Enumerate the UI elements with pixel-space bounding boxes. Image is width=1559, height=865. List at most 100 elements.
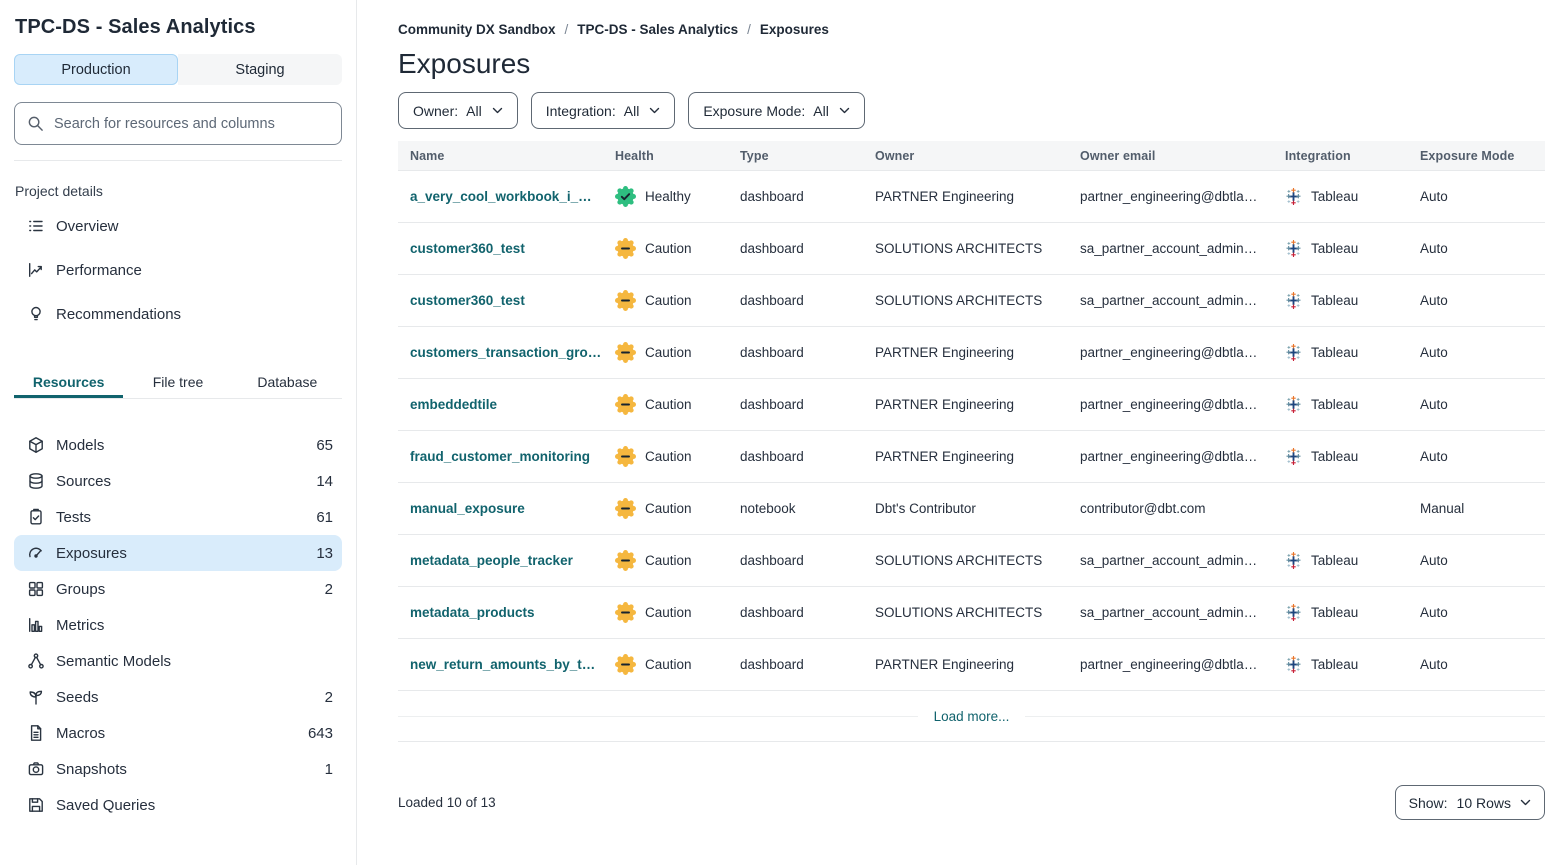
exposure-name-link[interactable]: metadata_people_tracker: [410, 553, 573, 568]
integration-cell: Tableau: [1273, 552, 1408, 569]
tableau-icon: [1285, 656, 1302, 673]
owner-cell: SOLUTIONS ARCHITECTS: [863, 241, 1068, 256]
exposure-mode-cell: Auto: [1408, 345, 1545, 360]
caution-badge-icon: [615, 290, 636, 311]
sidebar-item-label: Seeds: [56, 689, 99, 706]
integration-cell: Tableau: [1273, 656, 1408, 673]
table-row: metadata_people_tracker CautiondashboardS…: [398, 534, 1545, 586]
env-tab-staging[interactable]: Staging: [178, 54, 342, 85]
sidebar-item-overview[interactable]: Overview: [14, 204, 342, 248]
table-row: metadata_productsCautiondashboardSOLUTIO…: [398, 586, 1545, 638]
owner-cell: PARTNER Engineering: [863, 449, 1068, 464]
filter-integration[interactable]: Integration:All: [531, 92, 676, 129]
exposure-name-link[interactable]: a_very_cool_workbook_i_…: [410, 189, 592, 204]
sidebar-item-recommendations[interactable]: Recommendations: [14, 292, 342, 336]
table-row: customer360_testCautiondashboardSOLUTION…: [398, 274, 1545, 326]
search-box: [14, 102, 342, 145]
name-cell: fraud_customer_monitoring: [398, 449, 603, 464]
sidebar-item-seeds[interactable]: Seeds 2: [14, 679, 342, 715]
exposure-name-link[interactable]: embeddedtile: [410, 397, 497, 412]
exposure-mode-cell: Manual: [1408, 501, 1545, 516]
tab-resources[interactable]: Resources: [14, 365, 123, 398]
caution-badge-icon: [615, 654, 636, 675]
integration-label: Tableau: [1311, 449, 1358, 464]
sidebar-divider: [14, 160, 342, 161]
exposure-name-link[interactable]: manual_exposure: [410, 501, 525, 516]
owner-cell: Dbt's Contributor: [863, 501, 1068, 516]
column-header-owner-email: Owner email: [1068, 149, 1273, 163]
sidebar-item-sources[interactable]: Sources14: [14, 463, 342, 499]
caution-badge-icon: [615, 446, 636, 467]
sidebar-item-tests[interactable]: Tests61: [14, 499, 342, 535]
health-cell: Caution: [603, 342, 728, 363]
health-cell: Caution: [603, 498, 728, 519]
exposure-name-link[interactable]: customer360_test: [410, 241, 525, 256]
health-cell: Caution: [603, 654, 728, 675]
owner-email-cell: partner_engineering@dbtla…: [1068, 449, 1273, 464]
load-more-row: Load more...: [398, 690, 1545, 742]
load-more-link[interactable]: Load more...: [918, 709, 1026, 724]
gauge-icon: [27, 544, 45, 562]
sidebar-item-macros[interactable]: Macros643: [14, 715, 342, 751]
sidebar-item-count: 2: [325, 689, 333, 706]
app-root: TPC-DS - Sales Analytics ProductionStagi…: [0, 0, 1559, 865]
sidebar-item-label: Exposures: [56, 545, 127, 562]
type-cell: dashboard: [728, 553, 863, 568]
project-details-label: Project details: [14, 183, 342, 199]
health-label: Caution: [645, 345, 692, 360]
integration-cell: Tableau: [1273, 604, 1408, 621]
sidebar: TPC-DS - Sales Analytics ProductionStagi…: [0, 0, 357, 865]
owner-cell: PARTNER Engineering: [863, 397, 1068, 412]
sidebar-item-exposures[interactable]: Exposures13: [14, 535, 342, 571]
name-cell: customer360_test: [398, 293, 603, 308]
breadcrumb-item[interactable]: Community DX Sandbox: [398, 22, 556, 37]
exposure-name-link[interactable]: fraud_customer_monitoring: [410, 449, 590, 464]
column-header-name: Name: [398, 149, 603, 163]
filter-value: All: [813, 103, 829, 119]
exposure-name-link[interactable]: metadata_products: [410, 605, 535, 620]
health-cell: Healthy: [603, 186, 728, 207]
owner-cell: SOLUTIONS ARCHITECTS: [863, 553, 1068, 568]
sidebar-item-saved-queries[interactable]: Saved Queries: [14, 787, 342, 823]
name-cell: new_return_amounts_by_t…: [398, 657, 603, 672]
tab-database[interactable]: Database: [233, 365, 342, 398]
sidebar-item-groups[interactable]: Groups2: [14, 571, 342, 607]
owner-cell: PARTNER Engineering: [863, 345, 1068, 360]
sidebar-item-models[interactable]: Models65: [14, 427, 342, 463]
exposure-name-link[interactable]: customer360_test: [410, 293, 525, 308]
sidebar-item-label: Semantic Models: [56, 653, 171, 670]
breadcrumb-item[interactable]: TPC-DS - Sales Analytics: [577, 22, 738, 37]
owner-cell: SOLUTIONS ARCHITECTS: [863, 293, 1068, 308]
sidebar-item-metrics[interactable]: Metrics: [14, 607, 342, 643]
table-body: a_very_cool_workbook_i_… Healthy dashboard…: [398, 170, 1545, 690]
exposure-mode-cell: Auto: [1408, 397, 1545, 412]
type-cell: dashboard: [728, 189, 863, 204]
filter-exposure-mode[interactable]: Exposure Mode:All: [688, 92, 865, 129]
tableau-icon: [1285, 396, 1302, 413]
table-row: embeddedtileCautiondashboardPARTNER Engi…: [398, 378, 1545, 430]
exposure-name-link[interactable]: customers_transaction_gro…: [410, 345, 601, 360]
exposure-name-link[interactable]: new_return_amounts_by_t…: [410, 657, 595, 672]
health-label: Healthy: [645, 189, 691, 204]
chevron-down-icon: [1520, 799, 1531, 806]
search-icon: [27, 115, 44, 132]
caution-badge-icon: [615, 342, 636, 363]
exposure-mode-cell: Auto: [1408, 241, 1545, 256]
loaded-count-text: Loaded 10 of 13: [398, 795, 496, 810]
caution-badge-icon: [615, 498, 636, 519]
page-title: Exposures: [398, 48, 1545, 80]
project-title: TPC-DS - Sales Analytics: [15, 16, 342, 39]
integration-label: Tableau: [1311, 189, 1358, 204]
health-cell: Caution: [603, 550, 728, 571]
sidebar-item-semantic-models[interactable]: Semantic Models: [14, 643, 342, 679]
filter-owner[interactable]: Owner:All: [398, 92, 518, 129]
search-input[interactable]: [54, 116, 329, 132]
sidebar-item-performance[interactable]: Performance: [14, 248, 342, 292]
tab-file-tree[interactable]: File tree: [123, 365, 232, 398]
show-rows-dropdown[interactable]: Show: 10 Rows: [1395, 785, 1545, 820]
name-cell: embeddedtile: [398, 397, 603, 412]
sidebar-item-snapshots[interactable]: Snapshots1: [14, 751, 342, 787]
env-tab-production[interactable]: Production: [14, 54, 178, 85]
exposure-mode-cell: Auto: [1408, 449, 1545, 464]
type-cell: dashboard: [728, 605, 863, 620]
